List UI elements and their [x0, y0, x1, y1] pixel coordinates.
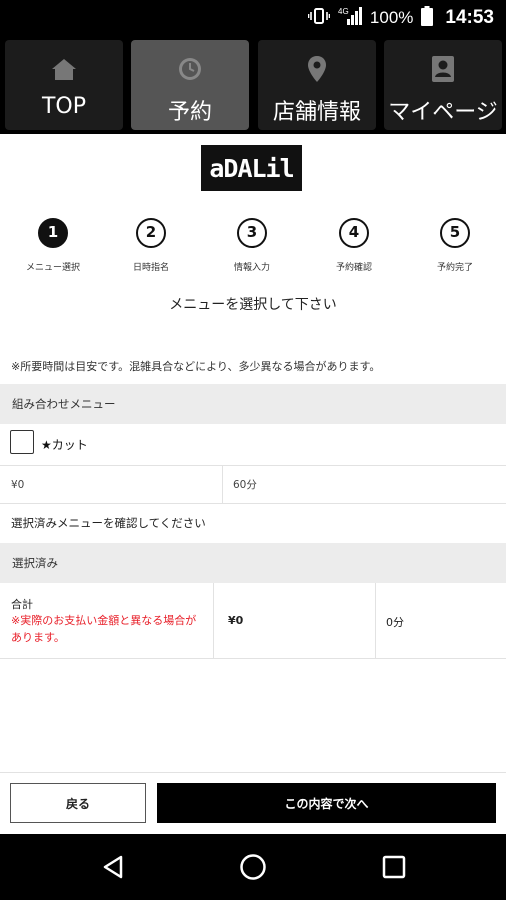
tab-mypage[interactable]: マイページ — [384, 40, 502, 130]
step-2-number: 2 — [136, 218, 166, 248]
step-2-label: 日時指名 — [132, 263, 169, 273]
total-price: ¥0 — [228, 614, 244, 627]
menu-item-price: ¥0 — [11, 478, 25, 491]
step-1: 1 メニュー選択 — [8, 214, 98, 273]
tab-reservation[interactable]: 予約 — [131, 40, 249, 130]
menu-item-name[interactable]: ★カット — [41, 436, 88, 453]
step-3-number: 3 — [237, 218, 267, 248]
page-heading: メニューを選択して下さい — [169, 297, 337, 313]
row-divider — [0, 503, 506, 504]
step-5-label: 予約完了 — [436, 263, 473, 273]
next-button[interactable]: この内容で次へ — [157, 783, 496, 823]
svg-text:4G: 4G — [338, 7, 349, 16]
menu-item-duration: 60分 — [233, 479, 257, 491]
step-4-number: 4 — [339, 218, 369, 248]
confirm-instruction: 選択済みメニューを確認してください — [11, 516, 206, 530]
row-divider — [0, 658, 506, 659]
tab-store-info[interactable]: 店舗情報 — [258, 40, 376, 130]
tab-mypage-label: マイページ — [388, 100, 498, 125]
clock-time: 14:53 — [445, 7, 494, 28]
tab-store-info-label: 店舗情報 — [272, 100, 361, 125]
step-5-number: 5 — [440, 218, 470, 248]
step-1-label: メニュー選択 — [25, 263, 80, 273]
step-5: 5 予約完了 — [410, 214, 500, 273]
back-triangle-icon[interactable] — [98, 852, 128, 882]
combo-menu-header: 組み合わせメニュー — [0, 384, 506, 424]
signal-4g-icon: 4G — [338, 6, 362, 31]
duration-note: ※所要時間は目安です。混雑具合などにより、多少異なる場合があります。 — [11, 360, 381, 373]
map-pin-icon — [258, 54, 376, 84]
step-1-number: 1 — [38, 218, 68, 248]
total-label: 合計 — [11, 598, 33, 611]
clock-icon — [131, 54, 249, 84]
top-navigation: TOP 予約 店舗情報 マイページ — [0, 36, 506, 134]
status-bar: 4G 100% 14:53 — [0, 0, 506, 36]
system-navigation-bar — [0, 834, 506, 900]
vibrate-icon — [307, 7, 331, 30]
total-duration: 0分 — [386, 616, 404, 629]
tab-top-label: TOP — [41, 94, 87, 119]
tab-top[interactable]: TOP — [5, 40, 123, 130]
menu-item-details: ¥0 60分 — [0, 466, 506, 503]
home-icon — [5, 54, 123, 84]
home-circle-icon[interactable] — [238, 852, 268, 882]
brand-logo[interactable]: aDALil — [201, 145, 302, 191]
step-4-label: 予約確認 — [335, 263, 372, 273]
cell-divider — [375, 583, 376, 658]
battery-icon — [421, 5, 434, 31]
step-4: 4 予約確認 — [309, 214, 399, 273]
menu-item-checkbox[interactable] — [10, 430, 34, 454]
profile-icon — [384, 54, 502, 84]
selected-header: 選択済み — [0, 543, 506, 583]
cell-divider — [213, 583, 214, 658]
step-3-label: 情報入力 — [233, 263, 270, 273]
tab-reservation-label: 予約 — [167, 100, 212, 125]
back-button[interactable]: 戻る — [10, 783, 146, 823]
recents-square-icon[interactable] — [379, 852, 409, 882]
step-2: 2 日時指名 — [106, 214, 196, 273]
step-3: 3 情報入力 — [207, 214, 297, 273]
progress-steps: 1 メニュー選択 2 日時指名 3 情報入力 4 予約確認 5 予約完了 — [0, 214, 506, 284]
payment-warning: ※実際のお支払い金額と異なる場合があります。 — [11, 614, 197, 644]
battery-percent: 100% — [369, 8, 414, 27]
